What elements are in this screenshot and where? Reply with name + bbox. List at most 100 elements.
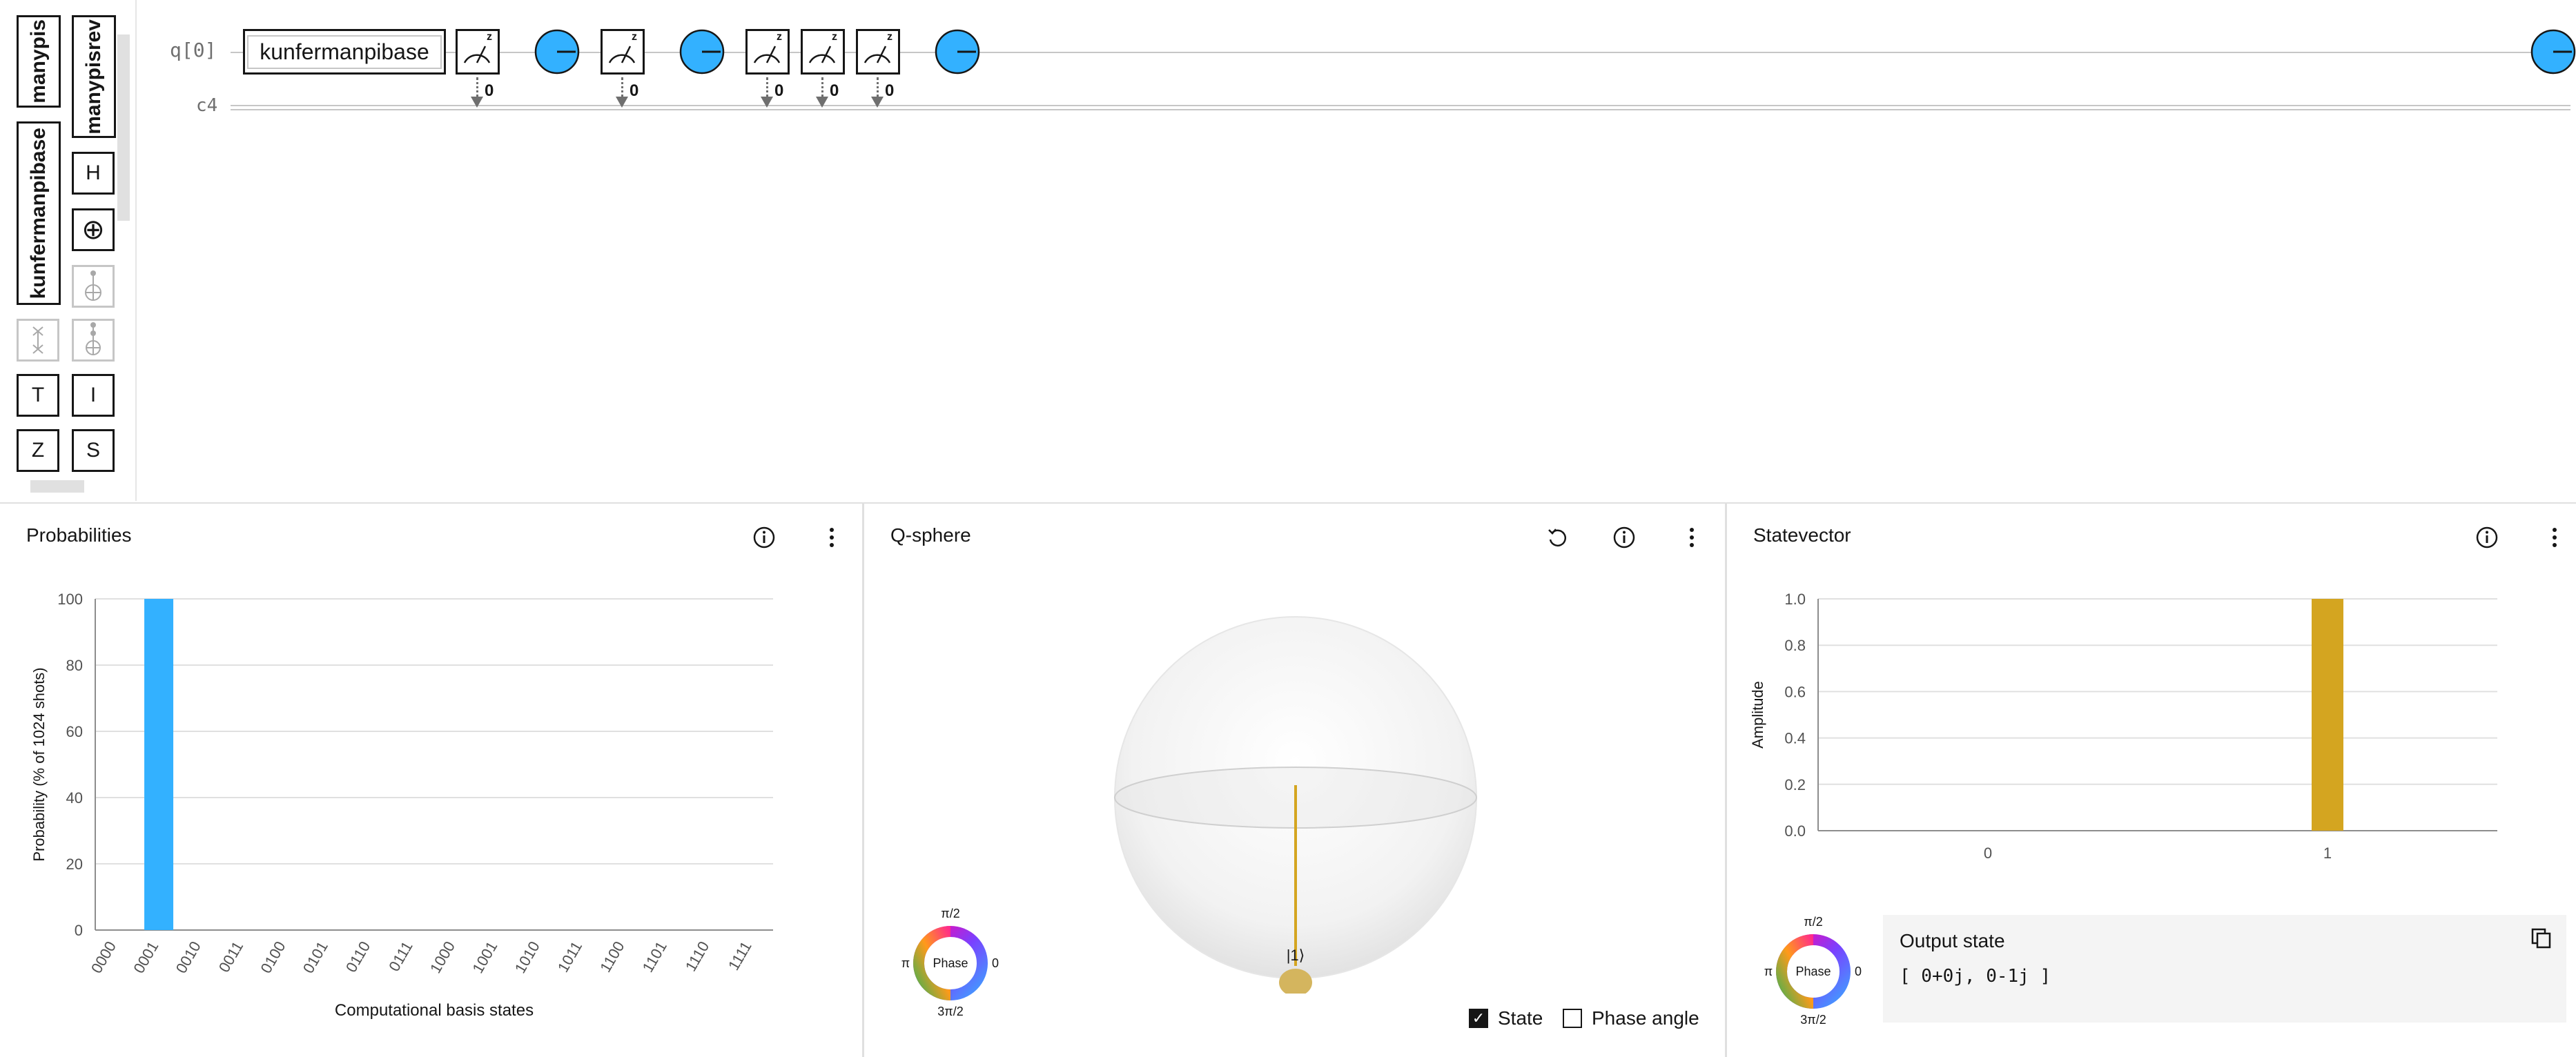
output-state-label: Output state bbox=[1900, 930, 2005, 951]
overflow-menu-icon[interactable] bbox=[2541, 524, 2568, 551]
x-tick-label: 0110 bbox=[342, 938, 373, 975]
bar-1 bbox=[2312, 599, 2343, 831]
palette-scrollbar-horizontal[interactable] bbox=[30, 480, 84, 493]
phase-legend-center: Phase bbox=[1795, 965, 1831, 978]
phase-legend-bottom: 3π/2 bbox=[937, 1005, 963, 1018]
gate-palette: manypis manypisrev kunfermanpibase H ⊕ T… bbox=[0, 0, 137, 501]
x-tick-label: 1000 bbox=[427, 938, 458, 976]
panel-title: Q-sphere bbox=[890, 524, 971, 546]
palette-gate-label: I bbox=[90, 384, 97, 406]
phase-legend-center: Phase bbox=[933, 956, 968, 970]
x-axis-title: Computational basis states bbox=[335, 1001, 534, 1020]
ccx-icon bbox=[86, 322, 101, 355]
measure-gate[interactable]: z bbox=[856, 29, 900, 75]
palette-gate-label: H bbox=[86, 161, 101, 184]
measure-bit-label: 0 bbox=[630, 81, 639, 100]
panel-title: Statevector bbox=[1753, 524, 1851, 546]
probabilities-panel: Probabilities 0 20 40 60 80 100 0000 0001 0010 00… bbox=[0, 502, 864, 1057]
measure-gate[interactable]: z bbox=[745, 29, 790, 75]
measure-arrow-icon bbox=[871, 97, 884, 108]
palette-gate-kunfermanpibase[interactable]: kunfermanpibase bbox=[17, 121, 61, 305]
measure-gate[interactable]: z bbox=[456, 29, 500, 75]
state-label: |1⟩ bbox=[1287, 947, 1305, 964]
palette-gate-ccx[interactable] bbox=[72, 319, 115, 362]
x-tick-label: 1100 bbox=[596, 938, 627, 975]
state-checkbox-row[interactable]: ✓ State bbox=[1469, 1007, 1543, 1029]
toffoli-icon bbox=[85, 270, 101, 301]
x-tick-label: 0111 bbox=[385, 938, 416, 974]
y-tick-label: 40 bbox=[66, 789, 83, 807]
phase-disk-gate[interactable] bbox=[2530, 29, 2576, 75]
state-checkbox[interactable]: ✓ bbox=[1469, 1009, 1488, 1028]
palette-gate-toffoli[interactable] bbox=[72, 265, 115, 308]
x-tick-label: 1111 bbox=[725, 938, 755, 974]
palette-gate-manypisrev[interactable]: manypisrev bbox=[72, 15, 116, 138]
measure-gate[interactable]: z bbox=[601, 29, 645, 75]
phase-angle-checkbox-row[interactable]: Phase angle bbox=[1563, 1007, 1699, 1029]
measure-bit-label: 0 bbox=[885, 81, 895, 100]
bar-0001 bbox=[144, 599, 174, 930]
palette-gate-label: S bbox=[86, 439, 100, 462]
phase-disk-gate[interactable] bbox=[679, 29, 725, 75]
phase-disk-gate[interactable] bbox=[534, 29, 580, 75]
measure-gate[interactable]: z bbox=[801, 29, 845, 75]
state-checkbox-label: State bbox=[1498, 1007, 1543, 1029]
qubit-label: q[0] bbox=[170, 39, 217, 61]
x-tick-label: 1001 bbox=[469, 938, 500, 976]
measure-bit-label: 0 bbox=[485, 81, 494, 100]
palette-gate-i[interactable]: I bbox=[72, 374, 115, 417]
output-state-value: [ 0+0j, 0-1j ] bbox=[1900, 966, 2051, 987]
qsphere-visual[interactable]: |1⟩ bbox=[1099, 607, 1485, 994]
measure-bit-label: 0 bbox=[830, 81, 839, 100]
y-tick-label: 80 bbox=[66, 657, 83, 674]
x-tick-label: 1011 bbox=[554, 938, 585, 975]
phase-legend-left: π bbox=[1764, 965, 1773, 978]
palette-scrollbar-vertical[interactable] bbox=[117, 34, 130, 221]
phase-legend-top: π/2 bbox=[1804, 915, 1822, 929]
palette-gate-s[interactable]: S bbox=[72, 429, 115, 472]
probabilities-chart: 0 20 40 60 80 100 0000 0001 0010 0011 0100 0101 0110… bbox=[30, 591, 773, 1020]
qsphere-panel: Q-sphere |1⟩ Phase π/2 π 0 3π/2 ✓ State … bbox=[864, 502, 1727, 1057]
custom-gate-label: kunfermanpibase bbox=[247, 34, 442, 69]
palette-gate-h[interactable]: H bbox=[72, 152, 115, 195]
overflow-menu-icon[interactable] bbox=[1679, 524, 1705, 551]
y-tick-label: 100 bbox=[57, 591, 83, 608]
measure-arrow-icon bbox=[761, 97, 773, 108]
phase-legend-wheel: Phase π/2 π 0 3π/2 bbox=[901, 907, 999, 1018]
y-tick-label: 1.0 bbox=[1784, 591, 1806, 608]
y-axis-title: Probability (% of 1024 shots) bbox=[30, 667, 48, 861]
overflow-menu-icon[interactable] bbox=[819, 524, 845, 551]
cnot-icon: ⊕ bbox=[81, 215, 105, 245]
x-tick-label: 0011 bbox=[215, 938, 246, 975]
measure-basis-label: z bbox=[887, 31, 892, 43]
palette-gate-z[interactable]: Z bbox=[17, 429, 59, 472]
palette-gate-cnot[interactable]: ⊕ bbox=[72, 208, 115, 251]
reset-icon[interactable] bbox=[1545, 524, 1571, 551]
palette-gate-manypis[interactable]: manypis bbox=[17, 15, 61, 108]
y-tick-label: 0.4 bbox=[1784, 730, 1806, 747]
info-icon[interactable] bbox=[2474, 524, 2500, 551]
phase-legend-left: π bbox=[901, 956, 910, 970]
x-tick-label: 0000 bbox=[88, 938, 119, 976]
measure-bit-label: 0 bbox=[774, 81, 784, 100]
qubit-wire bbox=[231, 52, 2570, 53]
phase-disk-gate[interactable] bbox=[935, 29, 980, 75]
y-tick-label: 0.2 bbox=[1784, 776, 1806, 793]
phase-angle-checkbox[interactable] bbox=[1563, 1009, 1582, 1028]
palette-gate-t[interactable]: T bbox=[17, 374, 59, 417]
info-icon[interactable] bbox=[1611, 524, 1637, 551]
phase-legend-right: 0 bbox=[992, 956, 999, 970]
palette-gate-swap[interactable] bbox=[17, 319, 59, 362]
x-tick-label: 1010 bbox=[511, 938, 543, 976]
y-tick-label: 0.0 bbox=[1784, 822, 1806, 840]
copy-icon[interactable] bbox=[2529, 926, 2554, 951]
palette-gate-label: manypisrev bbox=[82, 19, 105, 135]
measure-arrow-icon bbox=[616, 97, 628, 108]
info-icon[interactable] bbox=[751, 524, 777, 551]
phase-angle-checkbox-label: Phase angle bbox=[1592, 1007, 1699, 1029]
y-tick-label: 0.6 bbox=[1784, 683, 1806, 700]
x-tick-label: 0010 bbox=[173, 938, 204, 976]
x-tick-label: 0100 bbox=[257, 938, 289, 976]
custom-gate-kunfermanpibase[interactable]: kunfermanpibase bbox=[243, 29, 446, 75]
swap-icon bbox=[32, 326, 43, 354]
